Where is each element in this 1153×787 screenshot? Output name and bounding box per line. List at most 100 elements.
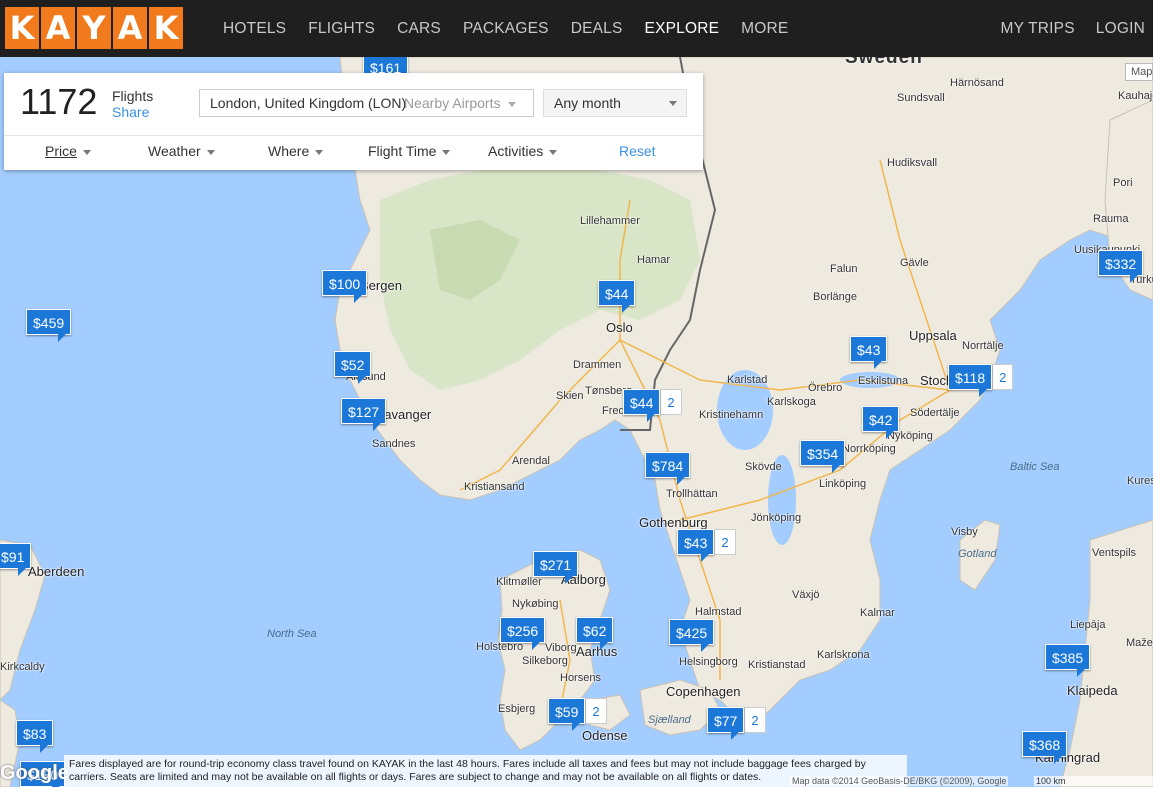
filter-label: Weather [148, 143, 201, 159]
price-marker[interactable]: $256 [500, 617, 546, 650]
map-type-button[interactable]: Map [1125, 63, 1153, 81]
price-marker[interactable]: $425 [669, 619, 715, 652]
place-label: Arendal [512, 455, 550, 467]
price-marker[interactable]: $784 [645, 452, 691, 485]
price-marker[interactable]: $59 2 [548, 698, 607, 731]
price-marker[interactable]: $44 2 [623, 389, 682, 422]
place-label: Trollhättan [666, 488, 718, 500]
place-label: Hamar [637, 254, 671, 266]
price-marker[interactable]: $368 [1022, 731, 1068, 764]
place-label: Jönköping [751, 512, 802, 524]
chevron-down-icon [669, 101, 677, 106]
price-marker[interactable]: $62 [576, 617, 614, 650]
place-label: Kristiansand [464, 481, 525, 493]
month-select[interactable]: Any month [543, 89, 687, 117]
nav-hotels[interactable]: HOTELS [223, 20, 286, 38]
nav-explore[interactable]: EXPLORE [645, 20, 720, 38]
place-label: Skien [556, 390, 584, 402]
nav-flights[interactable]: FLIGHTS [308, 20, 375, 38]
price-marker[interactable]: $127 [341, 398, 387, 431]
price-marker[interactable]: $385 [1045, 644, 1091, 677]
place-label: Sundsvall [897, 92, 945, 104]
logo-letter: A [41, 7, 75, 49]
filter-weather[interactable]: Weather [148, 143, 215, 159]
logo-letter: A [113, 7, 147, 49]
place-label: Uppsala [909, 328, 957, 343]
chevron-down-icon [82, 149, 91, 155]
place-label: Sjælland [648, 714, 691, 726]
price-label: $332 [1098, 250, 1144, 283]
place-label: Lillehammer [580, 215, 640, 227]
nav-login[interactable]: LOGIN [1096, 20, 1145, 38]
result-count: 2 [744, 707, 766, 733]
price-label: $385 [1045, 644, 1091, 677]
filter-where[interactable]: Where [268, 143, 324, 159]
price-marker[interactable]: $332 [1098, 250, 1144, 283]
filter-label: Activities [488, 143, 544, 159]
filter-label: Where [268, 143, 310, 159]
price-marker[interactable]: $77 2 [707, 707, 766, 740]
filter-activities[interactable]: Activities [488, 143, 558, 159]
top-navigation-bar: K A Y A K HOTELS FLIGHTS CARS PACKAGES D… [0, 0, 1153, 57]
map-scale: 100 km [1034, 776, 1153, 786]
share-link[interactable]: Share [112, 104, 149, 120]
price-marker[interactable]: $459 [26, 309, 72, 342]
nav-deals[interactable]: DEALS [571, 20, 623, 38]
result-count: 2 [992, 364, 1014, 390]
price-marker[interactable]: $100 [322, 270, 368, 303]
chevron-down-icon [315, 149, 324, 155]
price-marker[interactable]: $43 [850, 336, 888, 369]
nearby-airports-label: Nearby Airports [404, 95, 501, 111]
filter-flight-time[interactable]: Flight Time [368, 143, 451, 159]
price-marker[interactable]: $52 [334, 351, 372, 384]
filter-price[interactable]: Price [45, 143, 91, 159]
place-label: Växjö [792, 589, 820, 601]
price-marker[interactable]: $44 [598, 280, 636, 313]
reset-button[interactable]: Reset [619, 143, 656, 159]
price-label: $59 [548, 698, 586, 731]
google-logo: Google [0, 762, 69, 784]
price-marker[interactable]: $118 2 [948, 364, 1014, 397]
nav-my-trips[interactable]: MY TRIPS [1001, 20, 1075, 38]
price-label: $44 [623, 389, 661, 422]
nav-cars[interactable]: CARS [397, 20, 441, 38]
price-label: $43 [850, 336, 888, 369]
price-label: $91 [0, 543, 32, 576]
price-marker[interactable]: $354 [800, 440, 846, 473]
place-label: Gävle [900, 257, 929, 269]
price-marker[interactable]: $43 2 [677, 529, 736, 562]
price-marker[interactable]: $91 [0, 543, 32, 576]
place-label: Karlstad [727, 374, 768, 386]
place-label: Södertälje [910, 407, 960, 419]
place-label: Kures [1127, 475, 1153, 487]
fare-disclaimer: Fares displayed are for round-trip econo… [64, 755, 907, 787]
price-marker[interactable]: $42 [862, 406, 900, 439]
logo-letter: Y [77, 7, 111, 49]
nearby-airports-dropdown[interactable]: Nearby Airports [404, 89, 517, 117]
place-label: Kristianstad [748, 659, 806, 671]
kayak-logo[interactable]: K A Y A K [5, 7, 183, 49]
price-marker[interactable]: $271 [533, 551, 579, 584]
flight-count: 1172 [20, 81, 98, 122]
place-label: Kalmar [860, 607, 895, 619]
place-label: Aarhus [576, 644, 618, 659]
nav-packages[interactable]: PACKAGES [463, 20, 549, 38]
map-credit[interactable]: Map data ©2014 GeoBasis-DE/BKG (©2009), … [790, 776, 1009, 786]
place-label: Liepāja [1070, 619, 1106, 631]
filter-label: Price [45, 143, 77, 159]
chevron-down-icon [508, 101, 517, 107]
place-label: Aberdeen [28, 564, 85, 579]
nav-more[interactable]: MORE [741, 20, 788, 38]
place-label: Horsens [560, 672, 601, 684]
price-label: $77 [707, 707, 745, 740]
price-label: $52 [334, 351, 372, 384]
price-label: $127 [341, 398, 387, 431]
place-label: Sweden [845, 57, 923, 68]
chevron-down-icon [549, 149, 558, 155]
place-label: Norrtälje [962, 340, 1004, 352]
price-marker[interactable]: $83 [16, 720, 54, 753]
price-label: $118 [948, 364, 993, 397]
place-label: Mažeikiai [1126, 637, 1153, 649]
price-label: $459 [26, 309, 72, 342]
price-label: $784 [645, 452, 691, 485]
